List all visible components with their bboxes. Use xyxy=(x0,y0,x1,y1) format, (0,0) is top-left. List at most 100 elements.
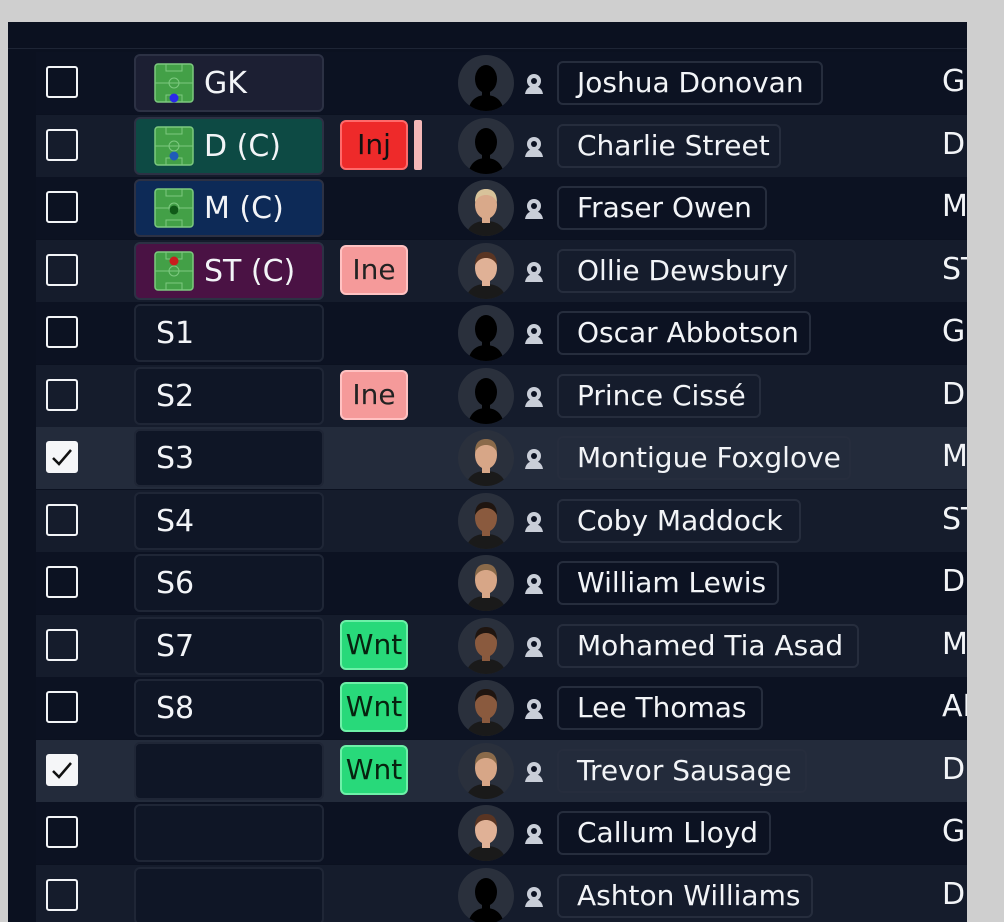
position-selector[interactable]: ST (C) xyxy=(134,241,324,300)
row-checkbox[interactable] xyxy=(46,191,78,223)
player-position-column: G xyxy=(942,64,966,99)
table-row[interactable]: ST (C) Ine Ollie Dewsbury ST xyxy=(36,239,967,302)
player-profile-icon[interactable] xyxy=(522,447,546,471)
position-selector[interactable] xyxy=(134,804,324,862)
position-selector[interactable]: S8 xyxy=(134,679,324,737)
pitch-position-icon xyxy=(154,125,194,166)
player-name[interactable]: Coby Maddock xyxy=(557,498,801,543)
table-row[interactable]: Ashton Williams D xyxy=(36,864,967,922)
position-selector[interactable]: M (C) xyxy=(134,179,324,237)
player-name[interactable]: Montigue Foxglove xyxy=(557,436,851,480)
row-checkbox[interactable] xyxy=(46,816,78,848)
player-profile-icon[interactable] xyxy=(522,885,546,909)
position-label: S1 xyxy=(156,316,195,351)
player-profile-icon[interactable] xyxy=(522,260,546,284)
table-row[interactable]: S6 William Lewis D xyxy=(36,552,967,614)
player-name[interactable]: Ashton Williams xyxy=(557,873,813,918)
position-selector[interactable]: D (C) xyxy=(134,116,324,175)
player-avatar xyxy=(458,492,514,549)
status-badge[interactable]: Ine xyxy=(340,369,408,420)
player-profile-icon[interactable] xyxy=(522,510,546,534)
position-selector[interactable]: S7 xyxy=(134,616,324,675)
row-checkbox[interactable] xyxy=(46,566,78,598)
player-avatar xyxy=(458,367,514,424)
position-selector[interactable]: S4 xyxy=(134,491,324,550)
row-checkbox[interactable] xyxy=(46,691,78,723)
position-label: GK xyxy=(204,66,247,101)
player-name[interactable]: Ollie Dewsbury xyxy=(557,248,796,293)
position-label: S7 xyxy=(156,628,195,664)
table-row[interactable]: S2 Ine Prince Cissé D xyxy=(36,364,967,427)
player-profile-icon[interactable] xyxy=(522,572,546,596)
position-selector[interactable]: S3 xyxy=(134,429,324,487)
row-checkbox[interactable] xyxy=(46,878,78,911)
status-badge[interactable]: Wnt xyxy=(340,744,408,795)
player-avatar xyxy=(458,55,514,111)
pitch-position-icon xyxy=(154,63,194,103)
position-selector[interactable]: GK xyxy=(134,54,324,112)
row-checkbox[interactable] xyxy=(46,628,78,661)
position-selector[interactable]: S2 xyxy=(134,366,324,425)
position-selector[interactable] xyxy=(134,866,324,922)
row-checkbox[interactable] xyxy=(46,378,78,411)
row-checkbox[interactable] xyxy=(46,253,78,286)
table-row[interactable]: GK Joshua Donovan G xyxy=(36,52,967,114)
player-position-column: ST xyxy=(942,501,967,537)
row-checkbox[interactable] xyxy=(46,316,78,348)
player-profile-icon[interactable] xyxy=(522,760,546,784)
status-badge[interactable]: Wnt xyxy=(340,682,408,732)
player-name[interactable]: Callum Lloyd xyxy=(557,811,771,855)
table-row[interactable]: D (C) Inj Charlie Street D xyxy=(36,114,967,177)
player-profile-icon[interactable] xyxy=(522,822,546,846)
position-label: S2 xyxy=(156,378,195,414)
player-profile-icon[interactable] xyxy=(522,697,546,721)
player-avatar xyxy=(458,117,514,174)
position-label: ST (C) xyxy=(204,253,296,289)
player-name[interactable]: Prince Cissé xyxy=(557,373,761,418)
position-label: D (C) xyxy=(204,128,281,164)
table-row[interactable]: S7 Wnt Mohamed Tia Asad M xyxy=(36,614,967,677)
player-profile-icon[interactable] xyxy=(522,635,546,659)
position-label: M (C) xyxy=(204,191,284,226)
player-profile-icon[interactable] xyxy=(522,385,546,409)
player-name[interactable]: Lee Thomas xyxy=(557,686,763,730)
status-badge[interactable]: Inj xyxy=(340,119,408,170)
player-profile-icon[interactable] xyxy=(522,135,546,159)
row-checkbox[interactable] xyxy=(46,503,78,536)
player-name[interactable]: Trevor Sausage xyxy=(557,748,807,793)
player-avatar xyxy=(458,555,514,611)
row-checkbox[interactable] xyxy=(46,66,78,98)
status-badge[interactable]: Ine xyxy=(340,244,408,295)
player-name[interactable]: Mohamed Tia Asad xyxy=(557,623,859,668)
row-checkbox[interactable] xyxy=(46,128,78,161)
player-position-column: D xyxy=(942,876,966,912)
table-row[interactable]: S8 Wnt Lee Thomas AI xyxy=(36,677,967,739)
position-selector[interactable]: S1 xyxy=(134,304,324,362)
player-profile-icon[interactable] xyxy=(522,322,546,346)
row-checkbox[interactable] xyxy=(46,753,78,786)
table-row[interactable]: Callum Lloyd G xyxy=(36,802,967,864)
table-row[interactable]: Wnt Trevor Sausage D xyxy=(36,739,967,802)
player-avatar xyxy=(458,305,514,361)
player-profile-icon[interactable] xyxy=(522,72,546,96)
position-label: S8 xyxy=(156,691,195,726)
player-profile-icon[interactable] xyxy=(522,197,546,221)
player-name[interactable]: Fraser Owen xyxy=(557,186,767,230)
table-row[interactable]: S3 Montigue Foxglove M xyxy=(36,427,967,489)
table-row[interactable]: S4 Coby Maddock ST xyxy=(36,489,967,552)
position-selector[interactable]: S6 xyxy=(134,554,324,612)
pitch-position-icon xyxy=(154,250,194,291)
player-name[interactable]: William Lewis xyxy=(557,561,779,605)
player-position-column: G xyxy=(942,314,966,349)
player-name[interactable]: Oscar Abbotson xyxy=(557,311,811,355)
table-row[interactable]: S1 Oscar Abbotson G xyxy=(36,302,967,364)
player-avatar xyxy=(458,180,514,236)
table-row[interactable]: M (C) Fraser Owen M xyxy=(36,177,967,239)
status-badge[interactable]: Wnt xyxy=(340,619,408,670)
player-position-column: M xyxy=(942,439,967,474)
player-name[interactable]: Joshua Donovan xyxy=(557,61,823,105)
player-name[interactable]: Charlie Street xyxy=(557,123,781,168)
position-selector[interactable] xyxy=(134,741,324,800)
player-avatar xyxy=(458,617,514,674)
row-checkbox[interactable] xyxy=(46,441,78,473)
